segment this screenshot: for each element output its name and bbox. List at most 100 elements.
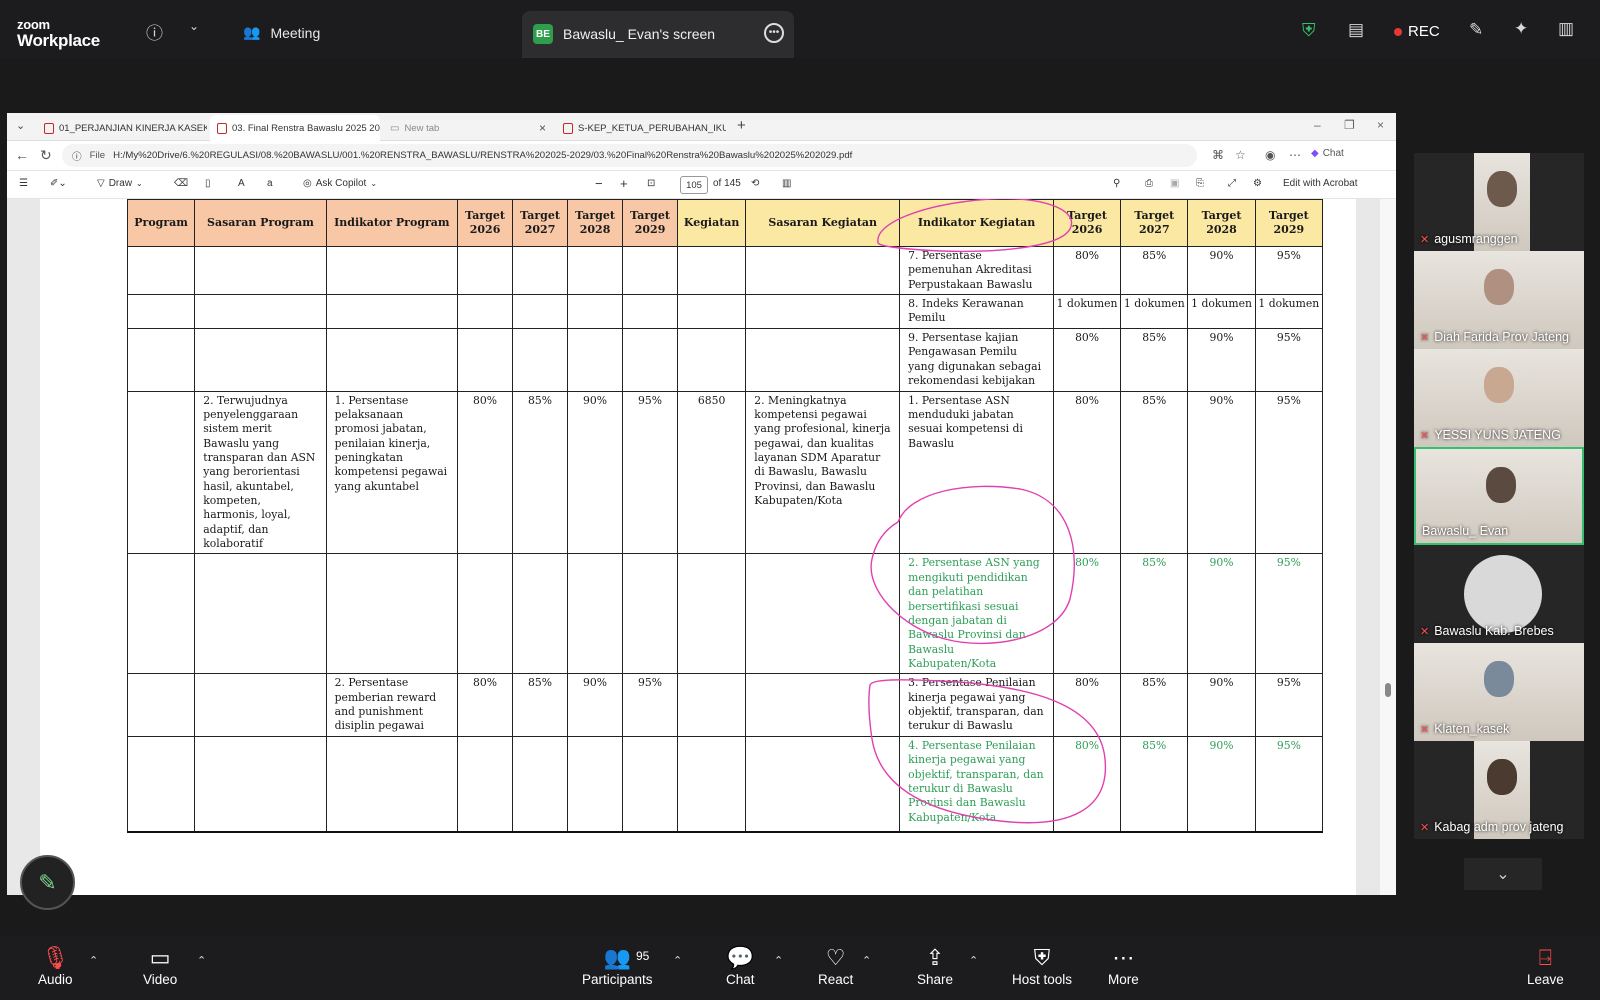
view-layout-icon[interactable]: ▥ bbox=[1558, 19, 1574, 39]
participant-tile[interactable]: ✕ agusmranggen bbox=[1414, 153, 1584, 251]
tab-list-icon[interactable]: ⌄ bbox=[16, 119, 25, 132]
security-shield-icon[interactable]: ⛨ bbox=[1302, 20, 1316, 41]
participant-tile[interactable]: ✕ Bawaslu Kab. Brebes bbox=[1414, 545, 1584, 643]
draw-button[interactable]: ▽ Draw ⌄ bbox=[97, 178, 143, 189]
chevron-down-icon[interactable]: ⌄ bbox=[189, 19, 199, 33]
page-number-input[interactable]: 105 bbox=[680, 176, 708, 194]
save-icon[interactable]: ▣ bbox=[1170, 178, 1179, 189]
recording-indicator[interactable]: REC bbox=[1394, 23, 1440, 40]
zoom-in-icon[interactable]: + bbox=[620, 176, 628, 191]
video-camera-icon: ▭ bbox=[149, 945, 171, 970]
table-cell bbox=[745, 553, 901, 675]
shared-screen-tab[interactable]: BE Bawaslu_ Evan's screen ••• bbox=[522, 11, 794, 58]
search-icon[interactable]: ⚲ bbox=[1113, 178, 1120, 189]
chat-options-caret[interactable]: ⌃ bbox=[774, 954, 783, 967]
more-options-icon[interactable]: ••• bbox=[764, 23, 784, 43]
copilot-chat-button[interactable]: ◆ Chat bbox=[1311, 148, 1344, 159]
annotate-pen-button[interactable]: ✎ bbox=[20, 855, 75, 910]
browser-tab-perjanjian[interactable]: 01_PERJANJIAN KINERJA KASEK K × bbox=[37, 115, 207, 141]
chat-button[interactable]: 💬 Chat bbox=[726, 944, 755, 987]
table-cell bbox=[126, 673, 196, 737]
react-button[interactable]: ♡ React bbox=[818, 944, 853, 987]
participant-tile[interactable]: ✕ Klaten_kasek bbox=[1414, 643, 1584, 741]
participant-tile[interactable]: ✕ Diah Farida Prov Jateng bbox=[1414, 251, 1584, 349]
table-cell: 85% bbox=[1120, 390, 1189, 555]
audio-button[interactable]: 🎙 Audio bbox=[38, 944, 73, 987]
participant-tile[interactable]: ✕ Kabag adm prov jateng bbox=[1414, 741, 1584, 839]
gallery-scroll-down-button[interactable]: ⌄ bbox=[1464, 858, 1542, 890]
more-button[interactable]: ⋯ More bbox=[1108, 944, 1139, 987]
page-view-icon[interactable]: ▯ bbox=[205, 178, 211, 189]
share-button[interactable]: ⇪ Share bbox=[917, 944, 953, 987]
translate-icon[interactable]: ⌘ bbox=[1212, 148, 1224, 162]
participant-name: ✕ Kabag adm prov jateng bbox=[1420, 820, 1564, 834]
host-tools-button[interactable]: ⛨ Host tools bbox=[1012, 944, 1072, 987]
video-button[interactable]: ▭ Video bbox=[143, 944, 177, 987]
translate-text-icon[interactable]: a bbox=[267, 178, 273, 189]
favorites-icon[interactable]: ☆ bbox=[1235, 148, 1246, 162]
table-cell bbox=[194, 294, 327, 330]
minimize-icon[interactable]: – bbox=[1314, 118, 1321, 132]
eraser-icon[interactable]: ⌫ bbox=[174, 178, 188, 189]
browser-tab-new[interactable]: ▭ New tab × bbox=[383, 115, 553, 141]
table-cell bbox=[126, 735, 196, 834]
muted-mic-icon: ✕ bbox=[1420, 821, 1430, 834]
leave-button[interactable]: ⍈ Leave bbox=[1527, 944, 1564, 987]
reload-icon[interactable]: ↻ bbox=[40, 147, 52, 164]
table-cell bbox=[567, 553, 624, 675]
table-cell: 80% bbox=[1052, 735, 1122, 834]
print-icon[interactable]: ⎙ bbox=[1145, 178, 1153, 189]
edit-with-acrobat-button[interactable]: Edit with Acrobat bbox=[1283, 178, 1357, 189]
close-window-icon[interactable]: × bbox=[1377, 118, 1384, 132]
info-icon[interactable]: ⓘ bbox=[146, 19, 163, 44]
two-page-icon[interactable]: ▥ bbox=[782, 178, 791, 189]
close-tab-icon[interactable]: × bbox=[539, 121, 546, 135]
meeting-menu[interactable]: 👥 Meeting bbox=[243, 24, 320, 41]
save-as-icon[interactable]: ⎘ bbox=[1196, 178, 1204, 189]
browser-tab-renstra[interactable]: 03. Final Renstra Bawaslu 2025 20 × bbox=[210, 115, 380, 141]
ai-companion-icon[interactable]: ✦ bbox=[1514, 19, 1528, 39]
muted-mic-icon: ✕ bbox=[1420, 625, 1430, 638]
participant-tile[interactable]: ✕ YESSI YUNS JATENG bbox=[1414, 349, 1584, 447]
annotate-pen-icon[interactable]: ✎ bbox=[1469, 20, 1483, 40]
audio-options-caret[interactable]: ⌃ bbox=[89, 954, 98, 967]
table-cell bbox=[512, 245, 569, 296]
table-row: 4. Persentase Penilaian kinerja pegawai … bbox=[126, 735, 1324, 834]
ask-copilot-button[interactable]: ◎ Ask Copilot ⌄ bbox=[303, 178, 377, 189]
react-options-caret[interactable]: ⌃ bbox=[862, 954, 871, 967]
table-cell bbox=[325, 294, 459, 330]
video-options-caret[interactable]: ⌃ bbox=[197, 954, 206, 967]
participants-options-caret[interactable]: ⌃ bbox=[673, 954, 682, 967]
participant-gallery: ✕ agusmranggen ✕ Diah Farida Prov Jateng ✕ YE… bbox=[1414, 153, 1584, 893]
browser-menu-icon[interactable]: ⋯ bbox=[1289, 148, 1301, 162]
pdf-file-icon bbox=[563, 122, 573, 134]
settings-gear-icon[interactable]: ⚙ bbox=[1253, 178, 1262, 189]
notes-icon[interactable]: ▤ bbox=[1348, 20, 1364, 40]
participant-name: Bawaslu_ Evan bbox=[1422, 524, 1509, 538]
scroll-thumb[interactable] bbox=[1385, 683, 1391, 697]
restore-icon[interactable]: ❐ bbox=[1344, 118, 1355, 132]
new-tab-plus-icon[interactable]: + bbox=[737, 117, 746, 134]
table-cell bbox=[126, 553, 196, 675]
table-cell bbox=[194, 673, 327, 737]
zoom-out-icon[interactable]: − bbox=[595, 176, 603, 191]
pdf-viewport[interactable]: Program Sasaran Program Indikator Program T… bbox=[7, 199, 1396, 895]
highlight-icon[interactable]: ✐⌄ bbox=[50, 178, 67, 189]
address-field[interactable]: ⓘ File H:/My%20Drive/6.%20REGULASI/08.%2… bbox=[62, 144, 1197, 167]
participants-icon: 👥 bbox=[243, 24, 261, 40]
table-cell bbox=[457, 245, 514, 296]
fit-page-icon[interactable]: ⊡ bbox=[647, 178, 655, 189]
renstra-table: Program Sasaran Program Indikator Program T… bbox=[126, 199, 1324, 834]
share-options-caret[interactable]: ⌃ bbox=[969, 954, 978, 967]
contents-icon[interactable]: ☰ bbox=[19, 178, 28, 189]
browser-tab-skep[interactable]: S-KEP_KETUA_PERUBAHAN_IKU 2 × bbox=[556, 115, 726, 141]
table-cell bbox=[126, 245, 196, 296]
profile-avatar-icon[interactable]: ◉ bbox=[1265, 148, 1275, 162]
participant-tile[interactable]: Bawaslu_ Evan bbox=[1414, 447, 1584, 545]
read-aloud-icon[interactable]: A bbox=[238, 178, 245, 189]
pdf-vertical-scrollbar[interactable] bbox=[1380, 199, 1396, 895]
rotate-icon[interactable]: ⟲ bbox=[751, 178, 759, 189]
back-arrow-icon[interactable]: ← bbox=[15, 147, 29, 163]
fullscreen-icon[interactable]: ⤢ bbox=[1228, 178, 1236, 189]
participant-face bbox=[1486, 467, 1516, 503]
